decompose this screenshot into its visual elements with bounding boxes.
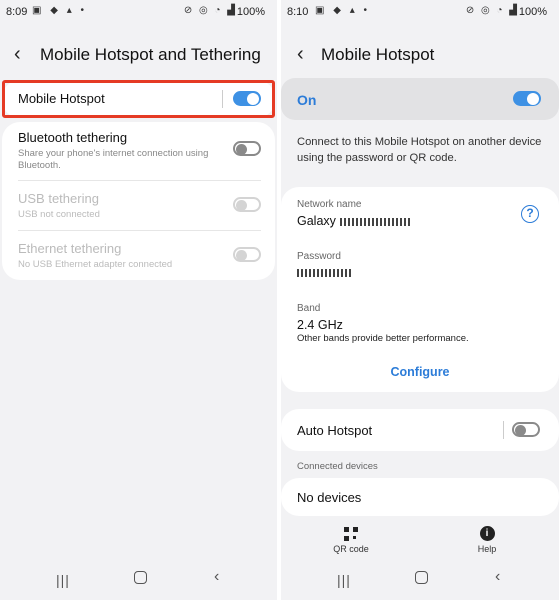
home-icon[interactable] (134, 571, 147, 584)
ethernet-tethering-toggle (233, 247, 261, 262)
auto-hotspot-label: Auto Hotspot (297, 423, 373, 438)
recents-icon[interactable]: ||| (337, 572, 351, 588)
help-circle-icon[interactable]: ? (521, 205, 539, 223)
row-separator (18, 180, 261, 181)
bottom-action-bar: QR code i Help (281, 525, 559, 563)
navigation-bar: ||| ‹ (0, 564, 277, 600)
band-note: Other bands provide better performance. (297, 333, 469, 344)
usb-tethering-desc: USB not connected (18, 209, 100, 220)
page-title: Mobile Hotspot and Tethering (40, 45, 261, 64)
usb-tethering-toggle (233, 197, 261, 212)
auto-hotspot-card[interactable]: Auto Hotspot (281, 409, 559, 451)
help-button[interactable]: i Help (457, 525, 517, 554)
status-bar: 8:10 ▣ ◆ ▴ • ⊘ ◎ ◔ ▟ 100% (281, 0, 559, 24)
recents-icon[interactable]: ||| (56, 572, 70, 588)
help-label: Help (477, 544, 497, 554)
battery-level: 100% (236, 6, 265, 18)
row-divider (503, 421, 504, 439)
qr-code-label: QR code (333, 544, 369, 554)
master-switch-bar[interactable]: On (281, 78, 559, 120)
back-arrow-icon[interactable]: ‹ (297, 42, 304, 66)
left-screen: 8:09 ▣ ◆ ▴ • ⊘ ◎ ◔ ▟ 100% ‹ Mobile Hotsp… (0, 0, 277, 600)
auto-hotspot-toggle[interactable] (512, 422, 540, 437)
redacted-ssid (339, 217, 410, 226)
nav-back-icon[interactable]: ‹ (214, 568, 219, 586)
status-time: 8:10 (287, 6, 309, 18)
row-separator (18, 230, 261, 231)
hotspot-description: Connect to this Mobile Hotspot on anothe… (297, 136, 542, 164)
home-icon[interactable] (415, 571, 428, 584)
devices-card: No devices (281, 478, 559, 516)
no-devices-text: No devices (297, 490, 362, 505)
right-screen: 8:10 ▣ ◆ ▴ • ⊘ ◎ ◔ ▟ 100% ‹ Mobile Hotsp… (281, 0, 559, 600)
tethering-card: Bluetooth tethering Share your phone's i… (2, 122, 275, 280)
connected-devices-header: Connected devices (297, 461, 378, 472)
highlight-box (2, 80, 275, 118)
app-bar: ‹ Mobile Hotspot and Tethering (0, 40, 277, 72)
status-bar: 8:09 ▣ ◆ ▴ • ⊘ ◎ ◔ ▟ 100% (0, 0, 277, 24)
band-label: Band (297, 303, 321, 314)
hotspot-master-toggle[interactable] (513, 91, 541, 106)
redacted-password (297, 269, 353, 277)
password-label: Password (297, 251, 341, 262)
band-value: 2.4 GHz (297, 318, 343, 332)
signal-icons: ⊘ ◎ ◔ ▟ (183, 5, 237, 16)
usb-tethering-label: USB tethering (18, 191, 99, 206)
status-time: 8:09 (6, 6, 28, 18)
bluetooth-tethering-desc: Share your phone's internet connection u… (18, 148, 209, 171)
network-name-label: Network name (297, 199, 362, 210)
network-name-value: Galaxy (297, 214, 410, 228)
nav-back-icon[interactable]: ‹ (495, 568, 500, 586)
notification-icons: ▣ ◆ ▴ • (32, 5, 87, 16)
on-label: On (297, 92, 317, 108)
notification-icons: ▣ ◆ ▴ • (315, 5, 370, 16)
signal-icons: ⊘ ◎ ◔ ▟ (465, 5, 519, 16)
qr-code-icon (344, 527, 358, 541)
app-bar: ‹ Mobile Hotspot (281, 40, 559, 72)
configure-button[interactable]: Configure (281, 365, 559, 379)
ethernet-tethering-desc: No USB Ethernet adapter connected (18, 259, 173, 270)
page-title: Mobile Hotspot (321, 45, 435, 64)
navigation-bar: ||| ‹ (281, 564, 559, 600)
back-arrow-icon[interactable]: ‹ (14, 42, 21, 66)
bluetooth-tethering-toggle[interactable] (233, 141, 261, 156)
battery-level: 100% (518, 6, 547, 18)
qr-code-button[interactable]: QR code (321, 525, 381, 554)
network-details-card: Network name Galaxy ? Password Band 2.4 … (281, 187, 559, 392)
ethernet-tethering-label: Ethernet tethering (18, 241, 122, 256)
bluetooth-tethering-label[interactable]: Bluetooth tethering (18, 130, 127, 145)
info-icon: i (479, 526, 495, 541)
